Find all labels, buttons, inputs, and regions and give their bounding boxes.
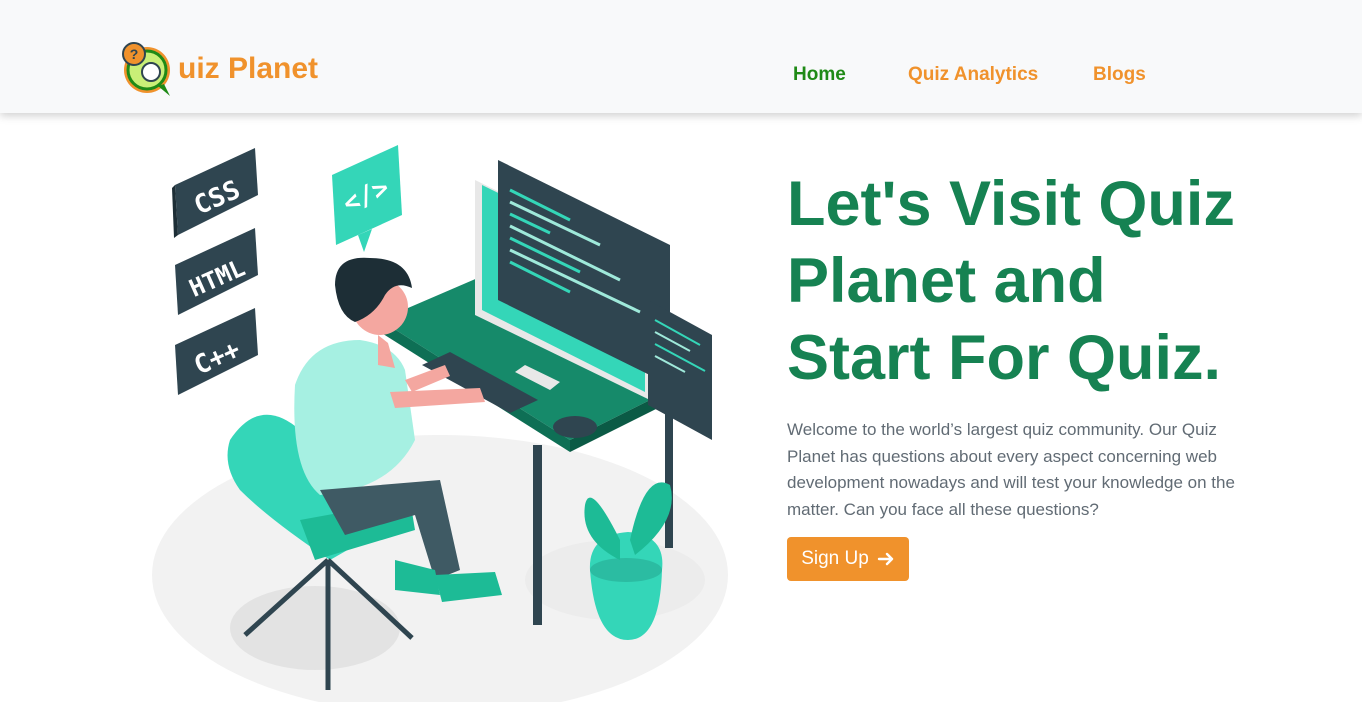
- code-speech-bubble: </>: [332, 145, 402, 252]
- hero-title-line-1: Let's Visit Quiz: [787, 169, 1235, 239]
- nav-blogs[interactable]: Blogs: [1093, 64, 1146, 86]
- hero-description: Welcome to the world’s largest quiz comm…: [787, 420, 1235, 519]
- html-badge: HTML: [175, 228, 258, 315]
- hero-title: Let's Visit Quiz Planet and Start For Qu…: [787, 166, 1307, 397]
- svg-text:?: ?: [130, 46, 139, 62]
- cpp-badge: C++: [175, 308, 258, 395]
- sign-up-button[interactable]: Sign Up: [787, 537, 909, 581]
- quiz-planet-logo-icon: ?: [122, 42, 170, 96]
- side-screen: [648, 300, 712, 440]
- nav-quiz-analytics[interactable]: Quiz Analytics: [908, 64, 1038, 86]
- css-badge: CSS: [172, 148, 258, 238]
- mouse: [553, 416, 597, 438]
- hero-title-line-2: Planet and: [787, 246, 1106, 316]
- sign-up-label: Sign Up: [801, 548, 869, 569]
- developer-illustration: CSS HTML C++ </>: [152, 145, 728, 702]
- hero-title-line-3: Start For Quiz.: [787, 323, 1222, 393]
- navbar: ? uiz Planet Home Quiz Analytics Blogs: [0, 0, 1362, 113]
- arrow-right-icon: [877, 552, 893, 566]
- nav-home[interactable]: Home: [793, 64, 846, 86]
- brand-logo[interactable]: ? uiz Planet: [120, 40, 318, 98]
- brand-name: uiz Planet: [178, 52, 319, 85]
